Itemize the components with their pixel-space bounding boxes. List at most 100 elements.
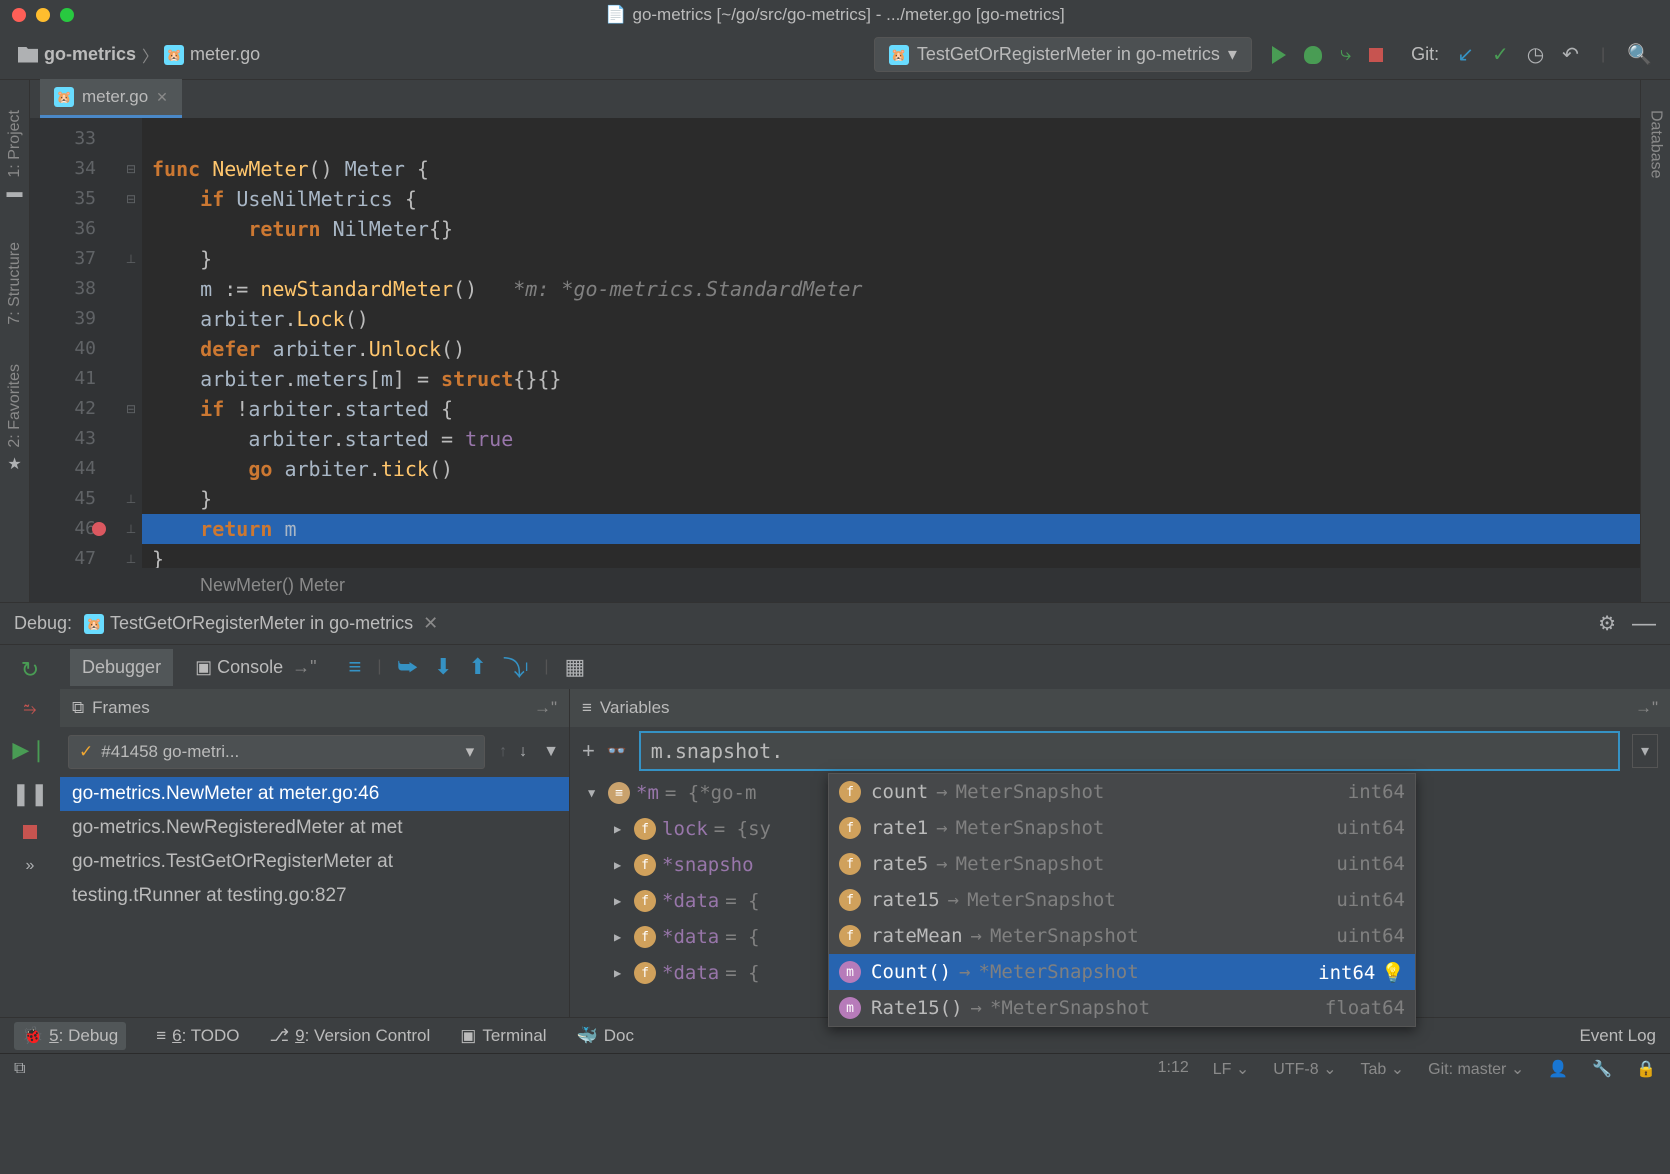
filter-button[interactable]: ▼	[533, 743, 569, 761]
debug-panel: Debug: 🐹 TestGetOrRegisterMeter in go-me…	[0, 602, 1670, 1017]
new-watch-button[interactable]: +	[582, 738, 595, 764]
coverage-button[interactable]: ⤷	[1340, 43, 1351, 66]
stop-icon	[1369, 48, 1383, 62]
resume-button[interactable]: ▶❘	[12, 737, 47, 763]
breadcrumb-project[interactable]: go-metrics	[44, 44, 136, 65]
watch-expression-input[interactable]	[639, 731, 1620, 771]
modify-run-config-button[interactable]: ⥲	[24, 701, 37, 719]
pause-button[interactable]: ❚❚	[12, 781, 49, 807]
breadcrumb-file[interactable]: meter.go	[190, 44, 260, 65]
frame-item[interactable]: testing.tRunner at testing.go:827	[60, 879, 569, 913]
console-icon: ▣	[195, 657, 212, 677]
database-tool-button[interactable]: Database	[1647, 110, 1665, 179]
console-tab[interactable]: ▣ Console →"	[183, 649, 328, 686]
thread-selector[interactable]: ✓ #41458 go-metri... ▾	[68, 735, 485, 769]
stop-button[interactable]	[1369, 48, 1383, 62]
event-log-button[interactable]: Event Log	[1579, 1026, 1656, 1046]
lock-icon[interactable]: 🔒	[1636, 1059, 1656, 1079]
variables-header: ≡ Variables →"	[570, 689, 1670, 727]
rerun-button[interactable]: ↻	[21, 657, 39, 683]
list-icon: ≡	[156, 1026, 166, 1046]
next-frame-button[interactable]: ↓	[513, 743, 533, 761]
editor-body[interactable]: 33343536373839404142434445464748 ⊟⊟⊥⊟⊥⊥⊥…	[30, 118, 1640, 568]
window-title: 📄 go-metrics [~/go/src/go-metrics] - ...…	[605, 5, 1064, 25]
autocomplete-item[interactable]: frate1→MeterSnapshotuint64	[829, 810, 1415, 846]
run-button[interactable]	[1272, 46, 1286, 64]
debug-action-strip: ↻ ⥲ ▶❘ ❚❚ »	[0, 645, 60, 1017]
hide-panel-button[interactable]: —	[1632, 610, 1656, 638]
prev-frame-button[interactable]: ↑	[493, 743, 513, 761]
step-out-button[interactable]: ⬆	[468, 654, 486, 680]
frame-item[interactable]: go-metrics.NewMeter at meter.go:46	[60, 777, 569, 811]
editor-tab[interactable]: 🐹 meter.go ✕	[40, 79, 182, 118]
autocomplete-item[interactable]: mRate15()→*MeterSnapshotfloat64	[829, 990, 1415, 1026]
editor-tabs: 🐹 meter.go ✕	[30, 80, 1640, 118]
settings-button[interactable]: ⚙	[1598, 611, 1616, 636]
git-update-button[interactable]: ↙	[1457, 42, 1474, 67]
evaluate-expression-button[interactable]: ▦	[565, 654, 586, 680]
hector-icon[interactable]: 👤	[1548, 1059, 1568, 1079]
breakpoint-marker[interactable]	[92, 522, 106, 536]
frame-list[interactable]: go-metrics.NewMeter at meter.go:46go-met…	[60, 777, 569, 1017]
debug-session-tab[interactable]: 🐹 TestGetOrRegisterMeter in go-metrics ✕	[84, 613, 438, 634]
navigation-breadcrumb[interactable]: go-metrics 〉 🐹 meter.go	[18, 43, 260, 67]
code-editor[interactable]: func NewMeter() Meter { if UseNilMetrics…	[142, 118, 1640, 568]
show-execution-point-button[interactable]: ≡	[349, 654, 362, 680]
search-button[interactable]: 🔍	[1627, 42, 1652, 67]
autocomplete-popup[interactable]: fcount→MeterSnapshotint64frate1→MeterSna…	[828, 773, 1416, 1027]
debug-button[interactable]	[1304, 46, 1322, 64]
frame-item[interactable]: go-metrics.TestGetOrRegisterMeter at	[60, 845, 569, 879]
stop-button[interactable]	[23, 825, 37, 839]
autocomplete-item[interactable]: fcount→MeterSnapshotint64	[829, 774, 1415, 810]
zoom-window-button[interactable]	[60, 8, 74, 22]
more-button[interactable]: »	[26, 857, 35, 875]
frame-item[interactable]: go-metrics.NewRegisteredMeter at met	[60, 811, 569, 845]
status-icon[interactable]: ⧉	[14, 1060, 25, 1078]
memory-indicator[interactable]: 🔧	[1592, 1059, 1612, 1079]
autocomplete-item[interactable]: mCount()→*MeterSnapshotint64💡	[829, 954, 1415, 990]
git-branch[interactable]: Git: master ⌄	[1428, 1059, 1524, 1079]
close-tab-button[interactable]: ✕	[156, 89, 168, 106]
debugger-tab[interactable]: Debugger	[70, 649, 173, 686]
project-tool-button[interactable]: 1: Project	[6, 110, 24, 178]
indent-config[interactable]: Tab ⌄	[1360, 1059, 1404, 1079]
vcs-tool-button[interactable]: ⎇ 9: Version Control	[270, 1026, 431, 1046]
debug-title-label: Debug:	[14, 613, 72, 634]
minimize-window-button[interactable]	[36, 8, 50, 22]
terminal-tool-button[interactable]: ▣ Terminal	[460, 1026, 546, 1046]
restore-layout-button[interactable]: →"	[1635, 698, 1658, 718]
docker-tool-button[interactable]: 🐳 Doc	[577, 1026, 634, 1046]
folder-icon	[18, 47, 38, 63]
window-title-text: go-metrics [~/go/src/go-metrics] - .../m…	[632, 5, 1064, 25]
todo-tool-button[interactable]: ≡ 6: TODO	[156, 1026, 239, 1046]
git-history-button[interactable]: ◷	[1527, 42, 1544, 67]
bug-icon: 🐞	[22, 1026, 43, 1046]
cursor-position[interactable]: 1:12	[1158, 1059, 1189, 1079]
structure-tool-button[interactable]: 7: Structure	[6, 242, 24, 325]
breadcrumb-function[interactable]: NewMeter() Meter	[200, 575, 345, 596]
close-window-button[interactable]	[12, 8, 26, 22]
debug-tool-button[interactable]: 🐞 5: Debug	[14, 1022, 126, 1050]
close-icon[interactable]: ✕	[423, 613, 438, 634]
go-gopher-icon: 🐹	[164, 45, 184, 65]
line-number-gutter[interactable]: 33343536373839404142434445464748	[30, 118, 120, 568]
file-encoding[interactable]: UTF-8 ⌄	[1273, 1059, 1336, 1079]
line-ending[interactable]: LF ⌄	[1213, 1059, 1250, 1079]
editor-breadcrumb[interactable]: NewMeter() Meter	[30, 568, 1640, 602]
fold-gutter[interactable]: ⊟⊟⊥⊟⊥⊥⊥	[120, 118, 142, 568]
watch-history-button[interactable]: ▾	[1632, 734, 1658, 768]
run-configuration-selector[interactable]: 🐹 TestGetOrRegisterMeter in go-metrics ▾	[874, 37, 1252, 72]
autocomplete-item[interactable]: frateMean→MeterSnapshotuint64	[829, 918, 1415, 954]
autocomplete-item[interactable]: frate5→MeterSnapshotuint64	[829, 846, 1415, 882]
terminal-icon: ▣	[460, 1026, 476, 1046]
step-into-button[interactable]: ⬇	[434, 654, 452, 680]
run-to-cursor-button[interactable]: ⤵ᶦ	[503, 651, 528, 683]
git-commit-button[interactable]: ✓	[1492, 42, 1509, 67]
favorites-tool-button[interactable]: 2: Favorites	[6, 364, 24, 448]
step-over-button[interactable]: ⮩	[398, 654, 418, 680]
thread-name: #41458 go-metri...	[101, 742, 239, 762]
git-revert-button[interactable]: ↶	[1562, 42, 1579, 67]
restore-layout-button[interactable]: →"	[534, 698, 557, 718]
go-gopher-icon: 🐹	[84, 614, 104, 634]
autocomplete-item[interactable]: frate15→MeterSnapshotuint64	[829, 882, 1415, 918]
